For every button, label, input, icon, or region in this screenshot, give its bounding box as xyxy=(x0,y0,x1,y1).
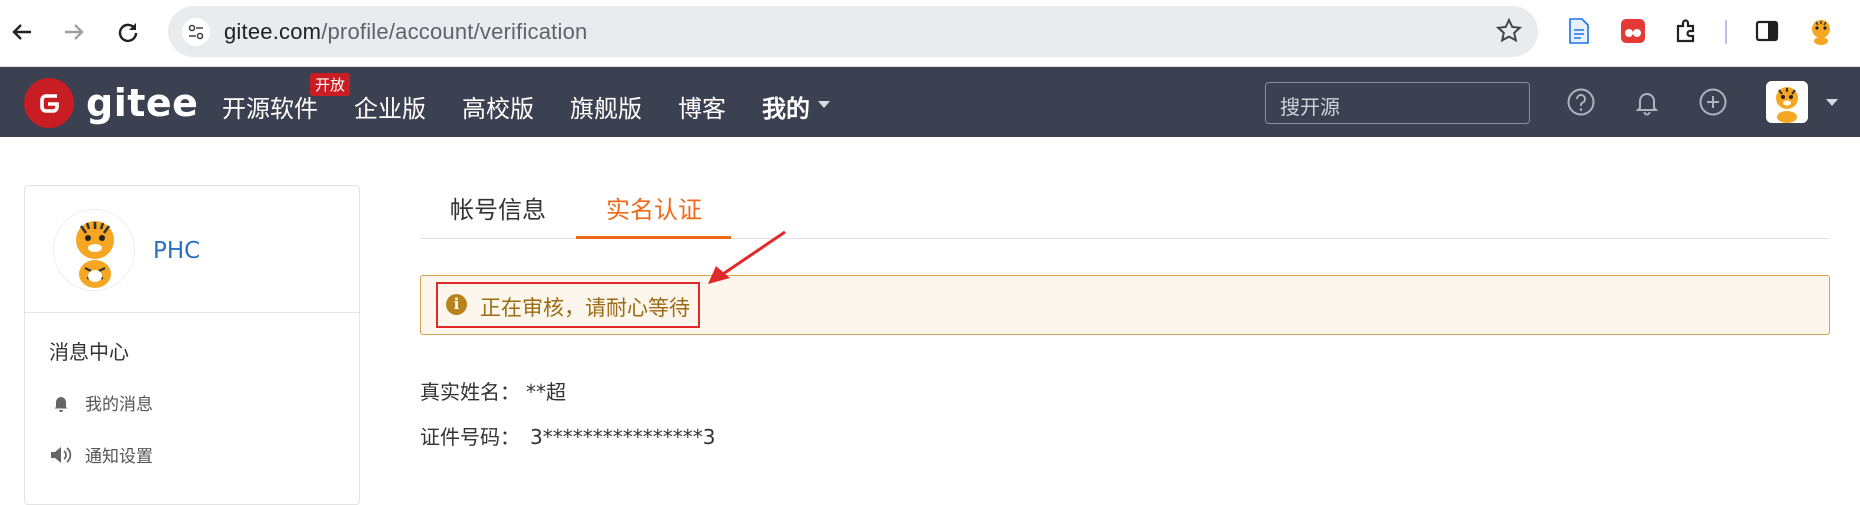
bell-icon xyxy=(49,392,73,414)
profile-summary: PHC xyxy=(25,186,359,313)
nav-mine[interactable]: 我的 xyxy=(762,89,810,124)
nav-premium[interactable]: 旗舰版 xyxy=(570,89,642,124)
browser-toolbar: gitee.com/profile/account/verification xyxy=(0,0,1860,67)
search-placeholder: 搜开源 xyxy=(1280,95,1340,119)
side-panel-icon[interactable] xyxy=(1752,16,1782,46)
id-number-label: 证件号码： xyxy=(420,425,520,449)
site-info-icon[interactable] xyxy=(182,18,210,46)
red-extension-icon[interactable] xyxy=(1618,16,1648,46)
plus-circle-icon[interactable] xyxy=(1698,87,1728,117)
user-avatar[interactable] xyxy=(1766,81,1808,123)
profile-avatar[interactable] xyxy=(53,209,135,291)
reload-icon[interactable] xyxy=(112,16,144,48)
bookmark-star-icon[interactable] xyxy=(1495,17,1523,48)
real-name-value: **超 xyxy=(526,380,566,404)
document-extension-icon[interactable] xyxy=(1564,16,1594,46)
nav-enterprise[interactable]: 企业版 xyxy=(354,89,426,124)
sidebar-item-label: 我的消息 xyxy=(85,395,153,415)
speaker-icon xyxy=(49,444,73,466)
gitee-logo[interactable]: gitee xyxy=(24,78,198,128)
review-notice-text: 正在审核，请耐心等待 xyxy=(480,296,690,320)
logo-text: gitee xyxy=(86,81,199,125)
profile-avatar-icon[interactable] xyxy=(1806,16,1836,46)
id-number-row: 证件号码： 3****************3 xyxy=(420,421,715,450)
toolbar-divider xyxy=(1725,20,1727,44)
extensions-puzzle-icon[interactable] xyxy=(1672,16,1702,46)
nav-mine-chevron-down-icon[interactable] xyxy=(818,101,830,108)
real-name-label: 真实姓名： xyxy=(420,380,520,404)
sidebar-item-my-messages[interactable]: 我的消息 xyxy=(49,390,153,415)
gitee-logo-icon xyxy=(24,78,74,128)
message-center-title: 消息中心 xyxy=(49,340,129,364)
url-text[interactable]: gitee.com/profile/account/verification xyxy=(224,19,587,45)
nav-blog[interactable]: 博客 xyxy=(678,89,726,124)
info-icon: i xyxy=(446,294,467,315)
sidebar-item-notification-settings[interactable]: 通知设置 xyxy=(49,442,153,467)
profile-username[interactable]: PHC xyxy=(153,238,200,264)
profile-sidebar: PHC 消息中心 我的消息 通知设置 xyxy=(24,185,360,505)
address-bar[interactable]: gitee.com/profile/account/verification xyxy=(168,6,1538,57)
forward-icon[interactable] xyxy=(58,16,90,48)
user-menu-chevron-down-icon[interactable] xyxy=(1826,99,1838,106)
annotation-arrow-icon xyxy=(708,230,786,284)
help-icon[interactable] xyxy=(1566,87,1596,117)
bell-icon[interactable] xyxy=(1632,87,1662,117)
back-icon[interactable] xyxy=(6,16,38,48)
tab-real-name-verification[interactable]: 实名认证 xyxy=(606,190,702,225)
id-number-value: 3****************3 xyxy=(530,425,716,449)
sidebar-item-label: 通知设置 xyxy=(85,447,153,467)
real-name-row: 真实姓名： **超 xyxy=(420,376,566,405)
search-input[interactable]: 搜开源 xyxy=(1265,82,1530,124)
nav-open-source[interactable]: 开源软件 xyxy=(222,89,318,124)
tab-account-info[interactable]: 帐号信息 xyxy=(450,190,546,225)
nav-education[interactable]: 高校版 xyxy=(462,89,534,124)
